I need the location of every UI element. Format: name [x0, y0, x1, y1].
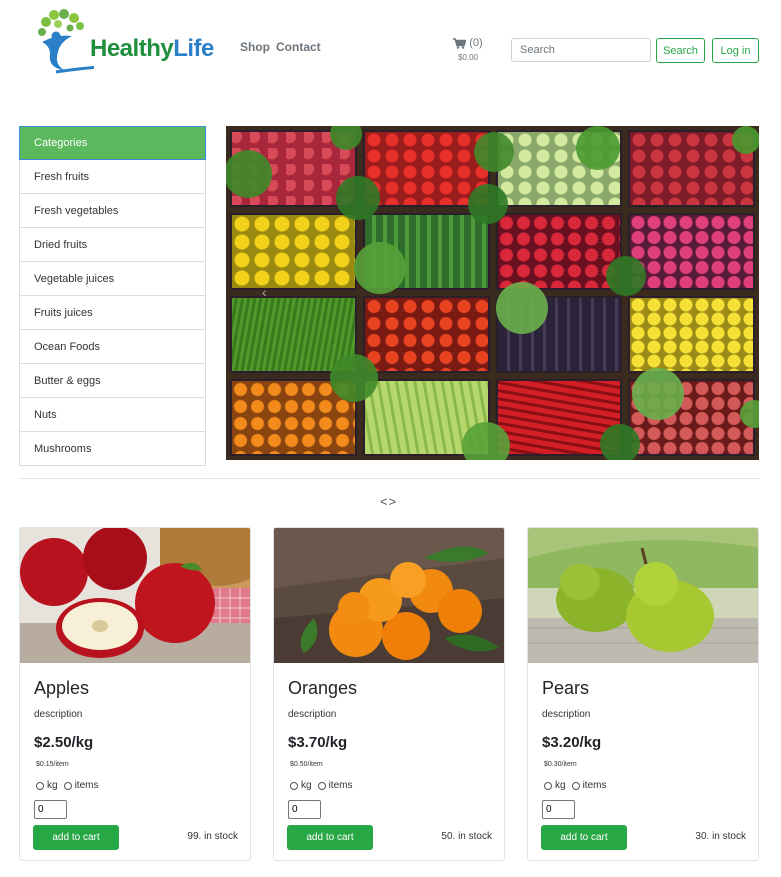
category-butter-eggs[interactable]: Butter & eggs — [19, 364, 206, 398]
product-card-pears: Pears description $3.20/kg $0.30/item kg… — [527, 527, 759, 861]
search-input[interactable] — [511, 38, 651, 62]
categories-list: Categories Fresh fruits Fresh vegetables… — [19, 126, 206, 466]
product-price: $3.70/kg — [288, 734, 348, 751]
radio-items[interactable] — [63, 781, 72, 790]
quantity-input[interactable] — [542, 800, 575, 819]
radio-kg-label: kg — [301, 780, 312, 791]
category-fresh-vegetables[interactable]: Fresh vegetables — [19, 194, 206, 228]
product-card-oranges: Oranges description $3.70/kg $0.50/item … — [273, 527, 505, 861]
radio-kg[interactable] — [544, 781, 552, 790]
nav-contact-link[interactable]: Contact — [276, 40, 321, 54]
product-name: Oranges — [288, 678, 358, 698]
radio-items-label: items — [582, 780, 607, 791]
product-description: description — [288, 709, 337, 720]
stock-count: 50. in stock — [441, 831, 492, 842]
radio-items[interactable] — [571, 781, 580, 790]
stock-count: 99. in stock — [187, 831, 238, 842]
add-to-cart-button[interactable]: add to cart — [287, 825, 373, 850]
product-unit-price: $0.15/item — [36, 761, 69, 768]
category-fruits-juices[interactable]: Fruits juices — [19, 296, 206, 330]
apples-image — [20, 528, 250, 663]
unit-options: kg items — [36, 780, 98, 791]
category-fresh-fruits[interactable]: Fresh fruits — [19, 160, 206, 194]
add-to-cart-button[interactable]: add to cart — [541, 825, 627, 850]
product-description: description — [542, 709, 591, 720]
unit-options: kg items — [544, 780, 606, 791]
stock-count: 30. in stock — [695, 831, 746, 842]
product-unit-price: $0.50/item — [290, 761, 323, 768]
pears-image — [528, 528, 758, 663]
radio-kg[interactable] — [290, 781, 298, 790]
cart-total: $0.00 — [457, 53, 479, 62]
chevron-left-icon[interactable]: ‹ — [262, 284, 267, 300]
carousel-controls[interactable]: <> — [380, 494, 397, 509]
radio-kg-label: kg — [47, 780, 58, 791]
oranges-image — [274, 528, 504, 663]
radio-items-label: items — [328, 780, 353, 791]
product-card-apples: Apples description $2.50/kg $0.15/item k… — [19, 527, 251, 861]
category-vegetable-juices[interactable]: Vegetable juices — [19, 262, 206, 296]
logo-text: HealthyLife — [90, 35, 214, 62]
hero-produce-image: ‹ — [226, 126, 759, 460]
product-name: Apples — [34, 678, 90, 698]
radio-kg[interactable] — [36, 781, 44, 790]
herbs-overlay — [226, 126, 759, 460]
product-name: Pears — [542, 678, 590, 698]
tree-person-logo-icon — [38, 9, 215, 74]
category-dried-fruits[interactable]: Dried fruits — [19, 228, 206, 262]
product-description: description — [34, 709, 83, 720]
radio-items-label: items — [74, 780, 99, 791]
product-price: $3.20/kg — [542, 734, 602, 751]
category-mushrooms[interactable]: Mushrooms — [19, 432, 206, 466]
categories-header[interactable]: Categories — [19, 126, 206, 160]
cart-icon — [453, 37, 467, 49]
radio-kg-label: kg — [555, 780, 566, 791]
category-nuts[interactable]: Nuts — [19, 398, 206, 432]
section-divider — [19, 478, 759, 479]
search-button[interactable]: Search — [656, 38, 705, 63]
quantity-input[interactable] — [34, 800, 67, 819]
product-unit-price: $0.30/item — [544, 761, 577, 768]
product-price: $2.50/kg — [34, 734, 94, 751]
unit-options: kg items — [290, 780, 352, 791]
radio-items[interactable] — [317, 781, 326, 790]
login-button[interactable]: Log in — [712, 38, 759, 63]
category-ocean-foods[interactable]: Ocean Foods — [19, 330, 206, 364]
add-to-cart-button[interactable]: add to cart — [33, 825, 119, 850]
healthylife-logo[interactable]: HealthyLife — [34, 8, 214, 74]
cart-count: (0) — [469, 37, 483, 49]
quantity-input[interactable] — [288, 800, 321, 819]
cart-widget[interactable]: (0) $0.00 — [448, 37, 488, 62]
nav-shop-link[interactable]: Shop — [240, 40, 270, 54]
